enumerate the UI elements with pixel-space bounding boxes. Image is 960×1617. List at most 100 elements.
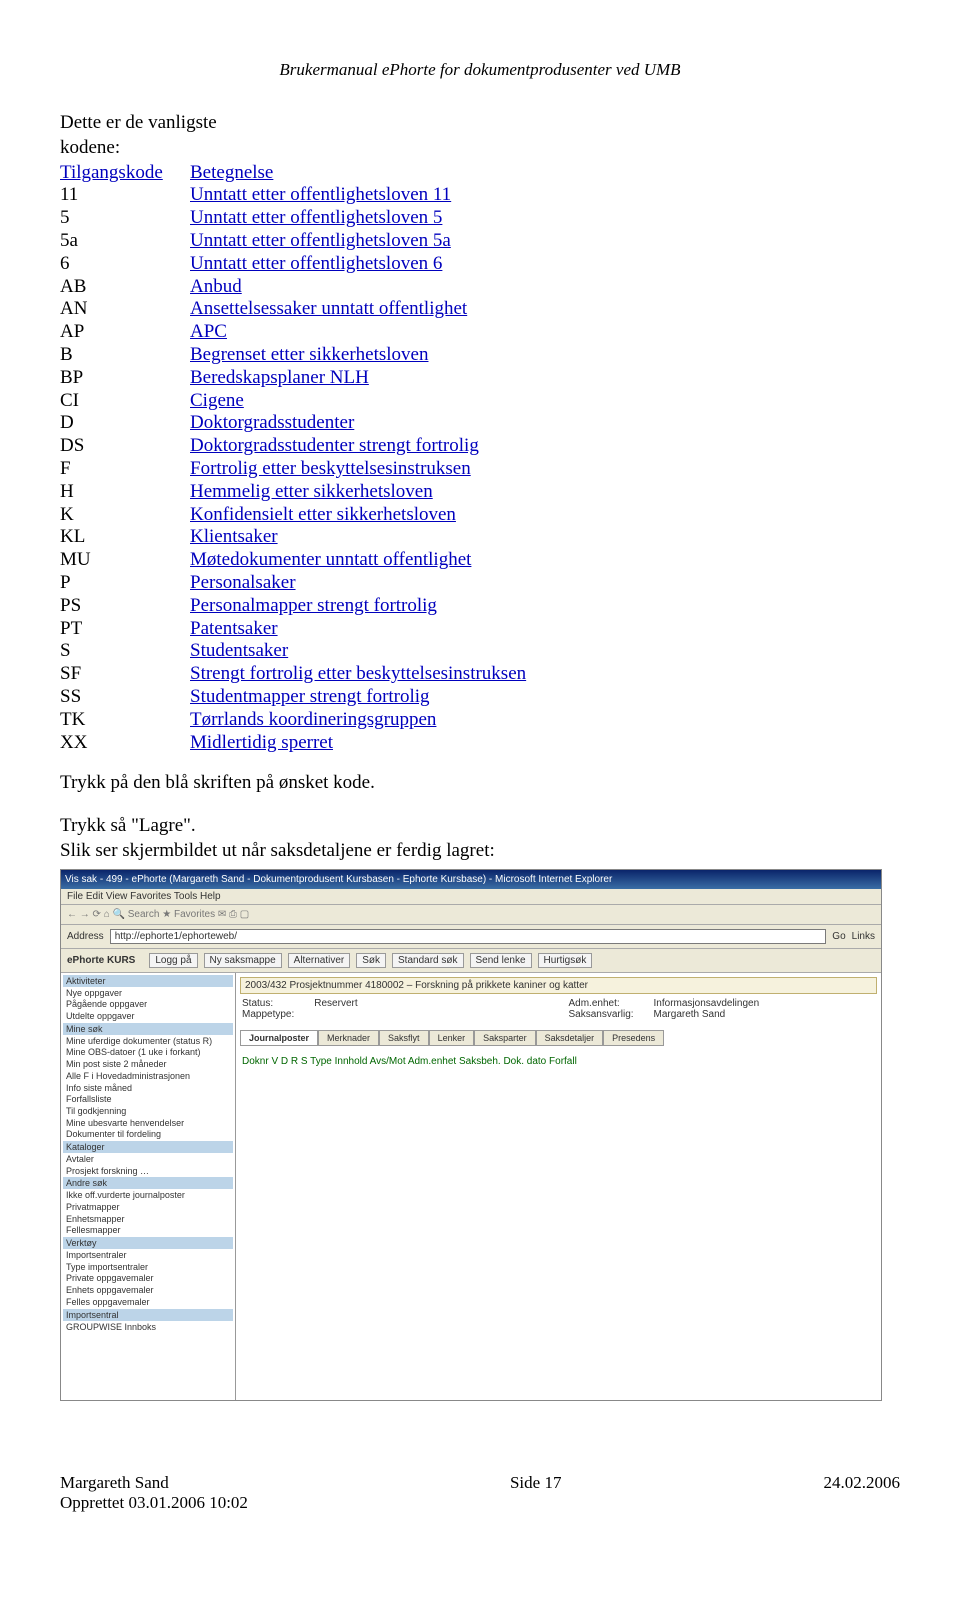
- nav-item[interactable]: Nye oppgaver: [63, 988, 233, 1000]
- code-description-link[interactable]: Møtedokumenter unntatt offentlighet: [190, 549, 471, 570]
- nav-item[interactable]: Forfallsliste: [63, 1094, 233, 1106]
- code-description-link[interactable]: Unntatt etter offentlighetsloven 5: [190, 207, 442, 228]
- code-row: ABAnbud: [60, 276, 900, 299]
- tab-saksflyt[interactable]: Saksflyt: [379, 1030, 429, 1046]
- nav-item[interactable]: Utdelte oppgaver: [63, 1011, 233, 1023]
- code-description-link[interactable]: Strengt fortrolig etter beskyttelsesinst…: [190, 663, 526, 684]
- code-row: DSDoktorgradsstudenter strengt fortrolig: [60, 435, 900, 458]
- code-value: 6: [60, 253, 190, 276]
- nav-section-mine-sok[interactable]: Mine søk: [63, 1023, 233, 1035]
- nav-item[interactable]: Privatmapper: [63, 1202, 233, 1214]
- code-description-link[interactable]: Begrenset etter sikkerhetsloven: [190, 344, 428, 365]
- right-content-panel: 2003/432 Prosjektnummer 4180002 – Forskn…: [236, 973, 881, 1401]
- code-value: SS: [60, 686, 190, 709]
- nav-item[interactable]: Mine ubesvarte henvendelser: [63, 1118, 233, 1130]
- tab-journalposter[interactable]: Journalposter: [240, 1030, 318, 1046]
- code-row: SFStrengt fortrolig etter beskyttelsesin…: [60, 663, 900, 686]
- code-description-link[interactable]: Unntatt etter offentlighetsloven 6: [190, 253, 442, 274]
- code-description-link[interactable]: Anbud: [190, 276, 242, 297]
- toolbar-button[interactable]: Søk: [356, 953, 386, 968]
- nav-item[interactable]: Enhets oppgavemaler: [63, 1285, 233, 1297]
- nav-item[interactable]: Private oppgavemaler: [63, 1273, 233, 1285]
- nav-item[interactable]: Ikke off.vurderte journalposter: [63, 1190, 233, 1202]
- tab-saksparter[interactable]: Saksparter: [474, 1030, 536, 1046]
- code-value: MU: [60, 549, 190, 572]
- code-description-link[interactable]: Tørrlands koordineringsgruppen: [190, 709, 436, 730]
- toolbar-button[interactable]: Standard søk: [392, 953, 463, 968]
- nav-item[interactable]: Enhetsmapper: [63, 1214, 233, 1226]
- nav-item[interactable]: Fellesmapper: [63, 1225, 233, 1237]
- go-button[interactable]: Go: [832, 931, 845, 942]
- code-description-link[interactable]: Hemmelig etter sikkerhetsloven: [190, 481, 433, 502]
- code-row: HHemmelig etter sikkerhetsloven: [60, 481, 900, 504]
- toolbar-button[interactable]: Logg på: [149, 953, 197, 968]
- ephorte-logo: ePhorte KURS: [67, 955, 135, 966]
- code-row: KLKlientsaker: [60, 526, 900, 549]
- tab-saksdetaljer[interactable]: Saksdetaljer: [536, 1030, 604, 1046]
- nav-item[interactable]: Alle F i Hovedadministrasjonen: [63, 1071, 233, 1083]
- code-row: SSStudentmapper strengt fortrolig: [60, 686, 900, 709]
- code-value: AB: [60, 276, 190, 299]
- code-description-link[interactable]: Personalsaker: [190, 572, 296, 593]
- code-value: H: [60, 481, 190, 504]
- intro-line-2: kodene:: [60, 137, 900, 160]
- footer-date: 24.02.2006: [824, 1473, 901, 1513]
- code-description-link[interactable]: Unntatt etter offentlighetsloven 11: [190, 184, 451, 205]
- code-row: 6Unntatt etter offentlighetsloven 6: [60, 253, 900, 276]
- code-value: F: [60, 458, 190, 481]
- nav-item[interactable]: GROUPWISE Innboks: [63, 1322, 233, 1334]
- nav-section-andre-sok[interactable]: Andre søk: [63, 1177, 233, 1189]
- code-description-link[interactable]: Beredskapsplaner NLH: [190, 367, 369, 388]
- nav-item[interactable]: Felles oppgavemaler: [63, 1297, 233, 1309]
- toolbar-button[interactable]: Ny saksmappe: [204, 953, 282, 968]
- nav-item[interactable]: Mine OBS-datoer (1 uke i forkant): [63, 1047, 233, 1059]
- code-description-link[interactable]: APC: [190, 321, 227, 342]
- nav-item[interactable]: Type importsentraler: [63, 1262, 233, 1274]
- code-description-link[interactable]: Cigene: [190, 390, 244, 411]
- nav-item[interactable]: Avtaler: [63, 1154, 233, 1166]
- tab-strip: JournalposterMerknaderSaksflytLenkerSaks…: [240, 1030, 877, 1046]
- code-row: APAPC: [60, 321, 900, 344]
- col-header-desc[interactable]: Betegnelse: [190, 162, 273, 183]
- nav-section-verktoy[interactable]: Verktøy: [63, 1237, 233, 1249]
- codes-table: Tilgangskode Betegnelse 11Unntatt etter …: [60, 162, 900, 755]
- code-description-link[interactable]: Konfidensielt etter sikkerhetsloven: [190, 504, 456, 525]
- page-footer: Margareth Sand Opprettet 03.01.2006 10:0…: [60, 1473, 900, 1513]
- admenhet-value: Informasjonsavdelingen: [654, 998, 760, 1009]
- nav-item[interactable]: Mine uferdige dokumenter (status R): [63, 1036, 233, 1048]
- code-description-link[interactable]: Fortrolig etter beskyttelsesinstruksen: [190, 458, 471, 479]
- nav-item[interactable]: Prosjekt forskning …: [63, 1166, 233, 1178]
- admenhet-label: Adm.enhet:: [569, 998, 620, 1009]
- code-description-link[interactable]: Unntatt etter offentlighetsloven 5a: [190, 230, 451, 251]
- left-nav-panel: AktiviteterNye oppgaverPågående oppgaver…: [61, 973, 236, 1401]
- toolbar-button[interactable]: Hurtigsøk: [538, 953, 593, 968]
- tab-merknader[interactable]: Merknader: [318, 1030, 379, 1046]
- code-description-link[interactable]: Midlertidig sperret: [190, 732, 333, 753]
- nav-section-aktiviteter[interactable]: Aktiviteter: [63, 975, 233, 987]
- code-description-link[interactable]: Doktorgradsstudenter: [190, 412, 354, 433]
- toolbar-button[interactable]: Send lenke: [470, 953, 532, 968]
- code-description-link[interactable]: Klientsaker: [190, 526, 278, 547]
- code-description-link[interactable]: Patentsaker: [190, 618, 278, 639]
- code-description-link[interactable]: Studentmapper strengt fortrolig: [190, 686, 430, 707]
- code-description-link[interactable]: Doktorgradsstudenter strengt fortrolig: [190, 435, 479, 456]
- nav-section-kataloger[interactable]: Kataloger: [63, 1141, 233, 1153]
- nav-section-importsentral[interactable]: Importsentral: [63, 1309, 233, 1321]
- address-input[interactable]: http://ephorte1/ephorteweb/: [110, 929, 827, 944]
- nav-item[interactable]: Pågående oppgaver: [63, 999, 233, 1011]
- links-label[interactable]: Links: [852, 931, 875, 942]
- code-description-link[interactable]: Studentsaker: [190, 640, 288, 661]
- code-description-link[interactable]: Ansettelsessaker unntatt offentlighet: [190, 298, 467, 319]
- tab-lenker[interactable]: Lenker: [429, 1030, 475, 1046]
- nav-item[interactable]: Dokumenter til fordeling: [63, 1129, 233, 1141]
- col-header-code[interactable]: Tilgangskode: [60, 162, 163, 183]
- nav-item[interactable]: Til godkjenning: [63, 1106, 233, 1118]
- nav-item[interactable]: Min post siste 2 måneder: [63, 1059, 233, 1071]
- window-menubar[interactable]: File Edit View Favorites Tools Help: [61, 889, 881, 905]
- nav-item[interactable]: Importsentraler: [63, 1250, 233, 1262]
- nav-item[interactable]: Info siste måned: [63, 1083, 233, 1095]
- code-row: PPersonalsaker: [60, 572, 900, 595]
- code-description-link[interactable]: Personalmapper strengt fortrolig: [190, 595, 437, 616]
- toolbar-button[interactable]: Alternativer: [288, 953, 351, 968]
- tab-presedens[interactable]: Presedens: [603, 1030, 664, 1046]
